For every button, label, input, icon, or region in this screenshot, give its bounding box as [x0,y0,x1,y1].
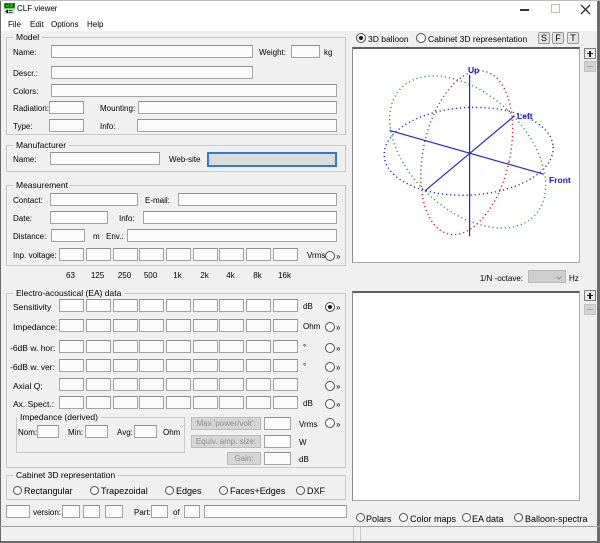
svg-text:Up: Up [468,65,479,75]
svg-text:Left: Left [517,111,533,121]
svg-text:Front: Front [549,175,571,185]
svg-text:CLF: CLF [4,4,15,10]
